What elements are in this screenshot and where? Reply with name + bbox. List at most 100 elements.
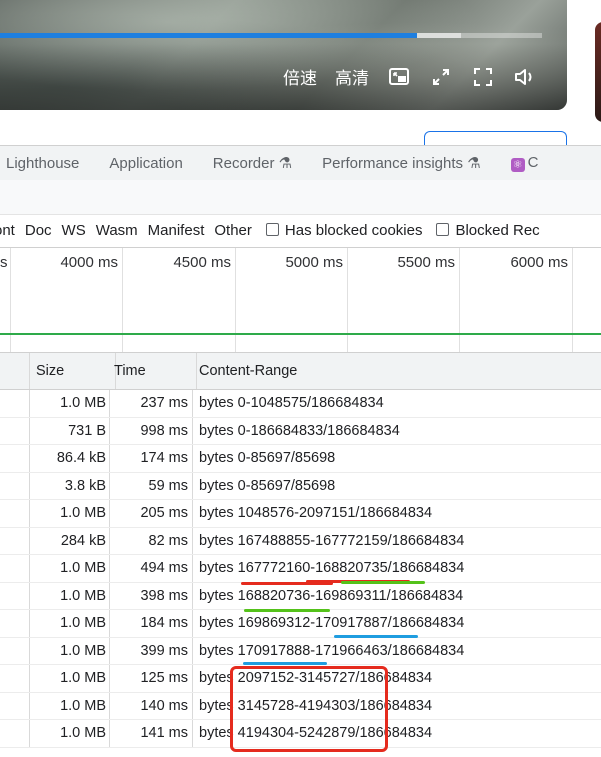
time-cell: 82 ms	[110, 527, 193, 554]
table-row[interactable]: 1.0 MB 184 ms bytes 169869312-170917887/18…	[0, 610, 601, 638]
tab-react-label: C	[527, 154, 539, 171]
flask-icon: ⚗	[467, 155, 481, 172]
time-cell: 125 ms	[110, 665, 193, 692]
size-cell: 1.0 MB	[30, 637, 110, 664]
blocked-requests-option[interactable]: Blocked Rec	[436, 222, 540, 239]
time-cell: 399 ms	[110, 637, 193, 664]
time-column-header[interactable]: Time	[110, 353, 197, 389]
size-cell: 1.0 MB	[30, 500, 110, 527]
timeline-tick-label: s	[0, 254, 8, 271]
size-cell: 284 kB	[30, 527, 110, 554]
tab-performance-insights-label: Performance insights	[322, 155, 464, 172]
time-cell: 184 ms	[110, 610, 193, 637]
green-underline-annotation	[244, 609, 330, 612]
table-row[interactable]: 86.4 kB 174 ms bytes 0-85697/85698	[0, 445, 601, 473]
time-cell: 998 ms	[110, 417, 193, 444]
green-underline-annotation	[341, 581, 425, 584]
size-column-header[interactable]: Size	[30, 353, 116, 389]
content-range-cell: bytes 1048576-2097151/186684834	[199, 505, 433, 522]
table-row[interactable]: 3.8 kB 59 ms bytes 0-85697/85698	[0, 472, 601, 500]
filter-font[interactable]: ont	[0, 222, 15, 239]
name-cell	[0, 555, 30, 582]
name-column-header[interactable]	[0, 353, 30, 389]
name-cell	[0, 720, 30, 747]
time-cell: 237 ms	[110, 390, 193, 417]
timeline-tick-label: 4000 ms	[60, 254, 118, 271]
player-controls: 倍速 高清	[283, 64, 537, 89]
quality-button[interactable]: 高清	[335, 64, 369, 89]
table-row[interactable]: 1.0 MB 494 ms bytes 167772160-168820735/18…	[0, 555, 601, 583]
timeline-tick	[235, 248, 236, 352]
time-cell: 141 ms	[110, 720, 193, 747]
content-range-cell: bytes 0-85697/85698	[199, 477, 336, 494]
name-cell	[0, 527, 30, 554]
filter-wasm[interactable]: Wasm	[96, 222, 138, 239]
table-row[interactable]: 731 B 998 ms bytes 0-186684833/186684834	[0, 417, 601, 445]
timeline-tick-label: 5500 ms	[397, 254, 455, 271]
flask-icon: ⚗	[278, 155, 293, 172]
name-cell	[0, 500, 30, 527]
tab-performance-insights[interactable]: Performance insights ⚗	[322, 154, 481, 172]
blocked-requests-checkbox[interactable]	[436, 223, 450, 236]
size-cell: 1.0 MB	[30, 665, 110, 692]
video-progress-bar[interactable]	[0, 33, 542, 38]
size-cell: 1.0 MB	[30, 582, 110, 609]
name-cell	[0, 637, 30, 664]
content-range-cell: bytes 167772160-168820735/186684834	[199, 560, 465, 577]
name-cell	[0, 692, 30, 719]
network-overview-timeline[interactable]: s 4000 ms 4500 ms 5000 ms 5500 ms 6000 m…	[0, 248, 601, 353]
size-cell: 86.4 kB	[30, 445, 110, 472]
timeline-tick	[122, 248, 123, 352]
filter-ws[interactable]: WS	[62, 222, 86, 239]
content-range-cell: bytes 0-1048575/186684834	[199, 395, 384, 412]
size-cell: 3.8 kB	[30, 472, 110, 499]
content-range-column-header[interactable]: Content-Range	[194, 353, 601, 389]
tab-recorder[interactable]: Recorder ⚗	[213, 154, 292, 172]
blue-underline-annotation	[334, 635, 418, 638]
filter-manifest[interactable]: Manifest	[148, 222, 205, 239]
has-blocked-cookies-label: Has blocked cookies	[284, 222, 423, 239]
time-cell: 59 ms	[110, 472, 193, 499]
red-box-annotation	[230, 666, 388, 752]
tab-application[interactable]: Application	[109, 155, 182, 172]
timeline-tick-label: 4500 ms	[173, 254, 231, 271]
table-row[interactable]: 1.0 MB 205 ms bytes 1048576-2097151/186684…	[0, 500, 601, 528]
content-range-cell: bytes 167488855-167772159/186684834	[199, 532, 465, 549]
speed-button[interactable]: 倍速	[283, 64, 317, 89]
timeline-tick-label: 6000 ms	[510, 254, 568, 271]
picture-in-picture-icon[interactable]	[387, 65, 411, 89]
size-cell: 1.0 MB	[30, 390, 110, 417]
side-video-thumbnail[interactable]	[595, 22, 601, 122]
table-row[interactable]: 1.0 MB 399 ms bytes 170917888-171966463/18…	[0, 637, 601, 665]
tab-react-components[interactable]: ⚛ C	[510, 154, 539, 172]
name-cell	[0, 582, 30, 609]
timeline-tick	[459, 248, 460, 352]
blocked-requests-label: Blocked Rec	[455, 222, 540, 239]
fullscreen-icon[interactable]	[471, 65, 495, 89]
blue-underline-annotation	[243, 662, 327, 665]
tab-lighthouse[interactable]: Lighthouse	[6, 155, 79, 172]
react-icon: ⚛	[510, 158, 525, 172]
video-player[interactable]: 倍速 高清	[0, 0, 567, 110]
size-cell: 1.0 MB	[30, 692, 110, 719]
web-fullscreen-icon[interactable]	[429, 65, 453, 89]
has-blocked-cookies-option[interactable]: Has blocked cookies	[265, 222, 423, 239]
tab-recorder-label: Recorder	[212, 155, 275, 172]
content-range-cell: bytes 0-186684833/186684834	[199, 422, 400, 439]
video-progress-fill	[0, 33, 418, 38]
timeline-tick	[10, 248, 11, 352]
filter-other[interactable]: Other	[214, 222, 252, 239]
content-range-cell: bytes 169869312-170917887/186684834	[199, 615, 465, 632]
table-row[interactable]: 1.0 MB 237 ms bytes 0-1048575/186684834	[0, 390, 601, 418]
timeline-load-bar	[0, 333, 601, 335]
size-cell: 1.0 MB	[30, 720, 110, 747]
name-cell	[0, 610, 30, 637]
name-cell	[0, 665, 30, 692]
volume-icon[interactable]	[513, 65, 537, 89]
filter-doc[interactable]: Doc	[25, 222, 52, 239]
name-cell	[0, 445, 30, 472]
name-cell	[0, 472, 30, 499]
has-blocked-cookies-checkbox[interactable]	[265, 223, 279, 236]
table-row[interactable]: 284 kB 82 ms bytes 167488855-167772159/186…	[0, 527, 601, 555]
table-row[interactable]: 1.0 MB 398 ms bytes 168820736-169869311/18…	[0, 582, 601, 610]
